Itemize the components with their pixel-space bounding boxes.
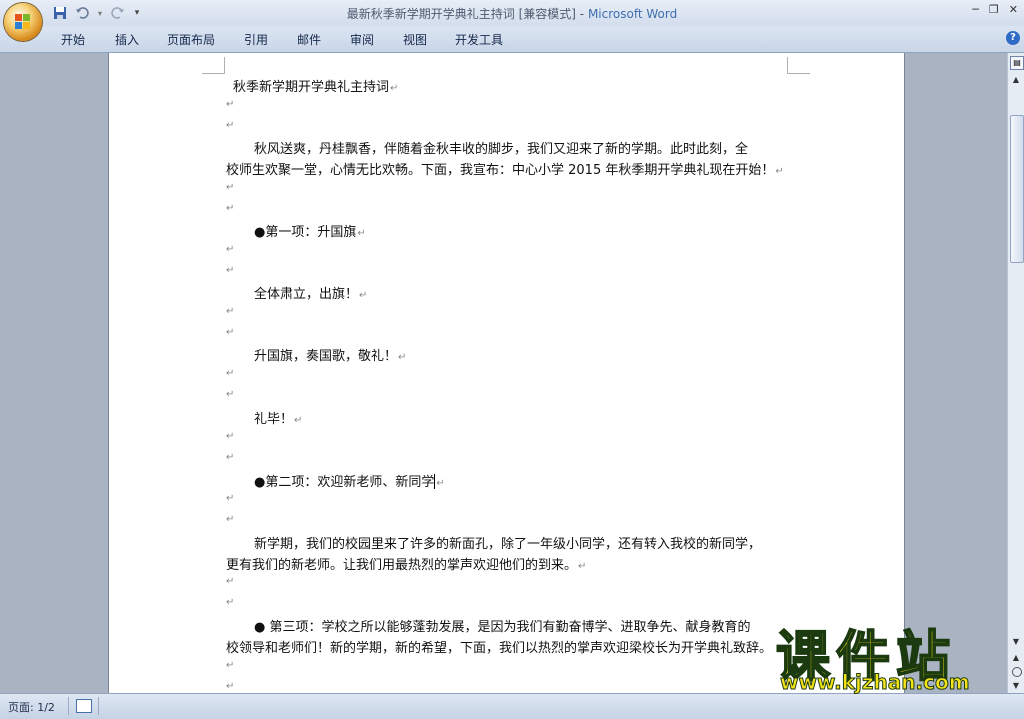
document-area: 秋季新学期开学典礼主持词↵ ↵ ↵ 秋风送爽，丹桂飘香，伴随着金秋丰收的脚步，我…	[0, 53, 1007, 693]
empty-paragraph[interactable]: ↵	[226, 99, 234, 110]
item-1-step-b[interactable]: 升国旗，奏国歌，敬礼！↵	[254, 345, 406, 364]
item-1-step-a[interactable]: 全体肃立，出旗！↵	[254, 283, 367, 302]
empty-paragraph[interactable]: ↵	[226, 597, 234, 608]
empty-paragraph[interactable]: ↵	[226, 306, 234, 317]
tab-page-layout[interactable]: 页面布局	[167, 31, 215, 48]
watermark: 课件站 www.kjzhan.com	[770, 612, 1024, 695]
empty-paragraph[interactable]: ↵	[226, 493, 234, 504]
item-3-line2[interactable]: 校领导和老师们！新的学期，新的希望，下面，我们以热烈的掌声欢迎梁校长为开学典礼致…	[226, 637, 772, 656]
window-controls: ─ ❐ ✕	[972, 3, 1018, 16]
item-3-line1[interactable]: ● 第三项：学校之所以能够蓬勃发展，是因为我们有勤奋博学、进取争先、献身教育的	[254, 616, 750, 635]
doc-title[interactable]: 秋季新学期开学典礼主持词↵	[233, 76, 398, 95]
empty-paragraph[interactable]: ↵	[226, 244, 234, 255]
window-title: 最新秋季新学期开学典礼主持词 [兼容模式] - Microsoft Word	[346, 7, 678, 21]
help-icon[interactable]: ?	[1006, 31, 1020, 45]
empty-paragraph[interactable]: ↵	[226, 265, 234, 276]
empty-paragraph[interactable]: ↵	[226, 327, 234, 338]
status-divider	[98, 697, 99, 715]
item-1-step-c[interactable]: 礼毕！↵	[254, 408, 302, 427]
close-icon[interactable]: ✕	[1009, 3, 1018, 16]
vertical-scrollbar[interactable]: ▤ ▲ ▼ ▲ ▼	[1007, 53, 1024, 693]
document-title: 最新秋季新学期开学典礼主持词 [兼容模式]	[346, 7, 576, 21]
tab-developer[interactable]: 开发工具	[455, 31, 503, 48]
app-name: Microsoft Word	[587, 7, 678, 21]
empty-paragraph[interactable]: ↵	[226, 120, 234, 131]
crop-mark	[787, 57, 810, 74]
paragraph-intro-line2[interactable]: 校师生欢聚一堂，心情无比欢畅。下面，我宣布：中心小学 2015 年秋季期开学典礼…	[226, 159, 784, 178]
proofing-icon[interactable]	[76, 699, 92, 713]
status-bar: 页面: 1/2	[0, 693, 1024, 719]
document-page[interactable]: 秋季新学期开学典礼主持词↵ ↵ ↵ 秋风送爽，丹桂飘香，伴随着金秋丰收的脚步，我…	[109, 53, 904, 693]
tab-insert[interactable]: 插入	[115, 31, 139, 48]
crop-mark	[202, 57, 225, 74]
minimize-icon[interactable]: ─	[972, 3, 979, 16]
empty-paragraph[interactable]: ↵	[226, 514, 234, 525]
item-2[interactable]: ●第二项：欢迎新老师、新同学 ↵	[254, 471, 445, 490]
empty-paragraph[interactable]: ↵	[226, 660, 234, 671]
ribbon-tabs: 开始 插入 页面布局 引用 邮件 审阅 视图 开发工具 ?	[0, 26, 1024, 53]
tab-view[interactable]: 视图	[403, 31, 427, 48]
paragraph-intro-line1[interactable]: 秋风送爽，丹桂飘香，伴随着金秋丰收的脚步，我们又迎来了新的学期。此时此刻，全	[254, 138, 748, 157]
tab-references[interactable]: 引用	[244, 31, 268, 48]
tab-mailings[interactable]: 邮件	[297, 31, 321, 48]
scroll-up-icon[interactable]: ▲	[1009, 73, 1023, 87]
paragraph-welcome-line1[interactable]: 新学期，我们的校园里来了许多的新面孔，除了一年级小同学，还有转入我校的新同学，	[254, 533, 761, 552]
empty-paragraph[interactable]: ↵	[226, 452, 234, 463]
empty-paragraph[interactable]: ↵	[226, 389, 234, 400]
office-logo-icon	[15, 14, 30, 29]
page-count[interactable]: 页面: 1/2	[8, 699, 55, 715]
tab-home[interactable]: 开始	[61, 31, 85, 48]
view-ruler-icon[interactable]: ▤	[1010, 56, 1024, 70]
tab-review[interactable]: 审阅	[350, 31, 374, 48]
restore-icon[interactable]: ❐	[989, 3, 999, 16]
paragraph-welcome-line2[interactable]: 更有我们的新老师。让我们用最热烈的掌声欢迎他们的到来。↵	[226, 554, 586, 573]
scroll-thumb[interactable]	[1010, 115, 1024, 263]
empty-paragraph[interactable]: ↵	[226, 182, 234, 193]
empty-paragraph[interactable]: ↵	[226, 368, 234, 379]
watermark-url: www.kjzhan.com	[780, 670, 971, 695]
empty-paragraph[interactable]: ↵	[226, 576, 234, 587]
empty-paragraph[interactable]: ↵	[226, 431, 234, 442]
item-1[interactable]: ●第一项：升国旗↵	[254, 221, 366, 240]
empty-paragraph[interactable]: ↵	[226, 203, 234, 214]
title-bar: ▾ ▾ 最新秋季新学期开学典礼主持词 [兼容模式] - Microsoft Wo…	[0, 0, 1024, 26]
empty-paragraph[interactable]: ↵	[226, 681, 234, 692]
status-divider	[68, 697, 69, 715]
office-button[interactable]	[4, 3, 42, 41]
